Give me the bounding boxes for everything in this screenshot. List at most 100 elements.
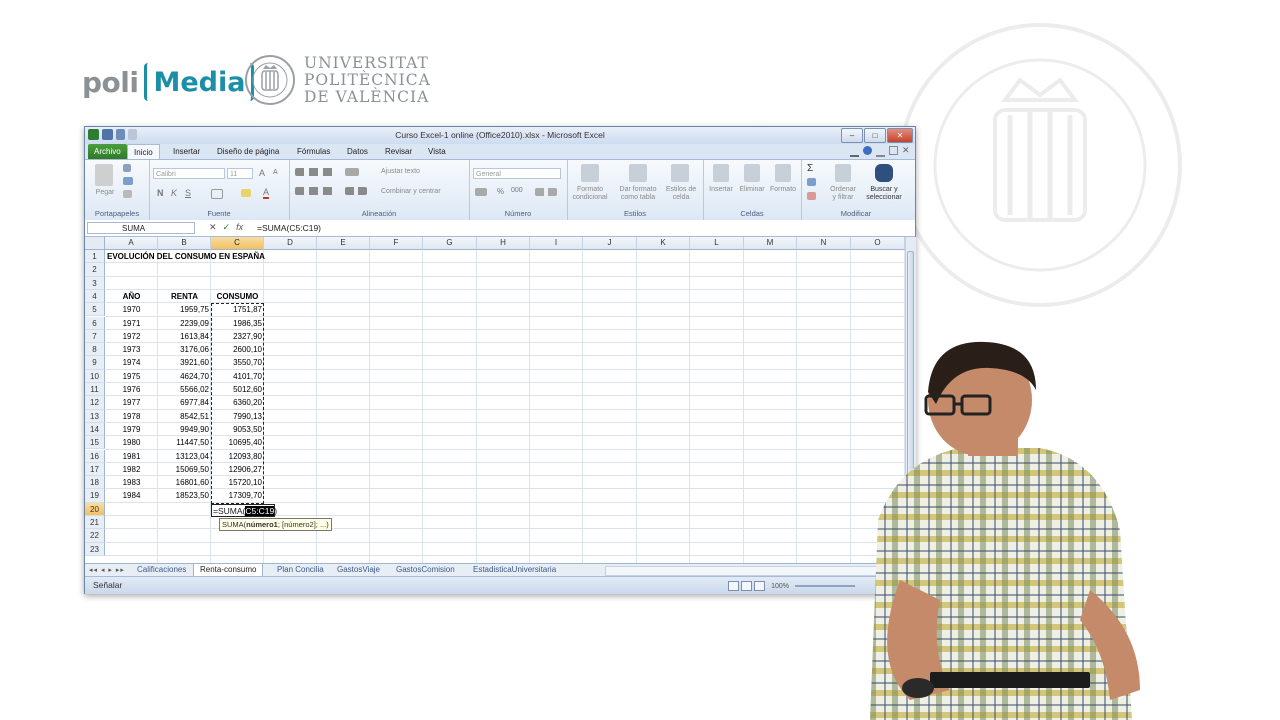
format-table-icon[interactable] bbox=[629, 164, 647, 182]
minimize-button[interactable]: – bbox=[841, 128, 863, 143]
cell-renta[interactable]: 5566,02 bbox=[158, 383, 209, 396]
cell-year[interactable]: 1982 bbox=[105, 463, 158, 476]
column-header-a[interactable]: A bbox=[105, 237, 158, 250]
page-layout-view-icon[interactable] bbox=[741, 581, 753, 591]
column-header-m[interactable]: M bbox=[744, 237, 797, 250]
find-select-button[interactable]: Buscar y seleccionar bbox=[861, 186, 907, 202]
close-button[interactable]: ✕ bbox=[887, 128, 913, 143]
column-header-g[interactable]: G bbox=[423, 237, 477, 250]
sheet-tab-estadistica[interactable]: EstadisticaUniversitaria bbox=[467, 564, 562, 576]
binoculars-icon[interactable] bbox=[875, 164, 893, 182]
row-header-13[interactable]: 13 bbox=[85, 409, 105, 423]
cell-renta[interactable]: 1613,84 bbox=[158, 330, 209, 343]
cell-renta[interactable]: 15069,50 bbox=[158, 463, 209, 476]
cancel-icon[interactable]: ✕ bbox=[209, 222, 217, 233]
close-workbook-icon[interactable]: ✕ bbox=[902, 146, 911, 155]
minimize-workbook-icon[interactable] bbox=[876, 146, 885, 157]
row-header-21[interactable]: 21 bbox=[85, 516, 105, 530]
conditional-format-button[interactable]: Formato condicional bbox=[567, 186, 613, 202]
format-table-button[interactable]: Dar formato como tabla bbox=[615, 186, 661, 202]
worksheet-grid[interactable]: ABCDEFGHIJKLMNO 1 2 3 4 5 6 7 8 9 10 11 12 13 14 15 16 1… bbox=[85, 237, 905, 563]
enter-icon[interactable]: ✓ bbox=[223, 222, 231, 233]
restore-workbook-icon[interactable] bbox=[889, 146, 898, 155]
tab-archivo[interactable]: Archivo bbox=[88, 144, 127, 159]
cell-year[interactable]: 1979 bbox=[105, 423, 158, 436]
decimal-icons[interactable] bbox=[535, 188, 557, 196]
sheet-nav-arrows[interactable]: ◂◂ ◂ ▸ ▸▸ bbox=[89, 566, 125, 574]
format-cells-button[interactable]: Formato bbox=[767, 186, 799, 194]
delete-cells-button[interactable]: Eliminar bbox=[736, 186, 768, 194]
cell-year[interactable]: 1978 bbox=[105, 410, 158, 423]
row-header-14[interactable]: 14 bbox=[85, 422, 105, 437]
row-header-5[interactable]: 5 bbox=[85, 303, 105, 317]
row-header-2[interactable]: 2 bbox=[85, 263, 105, 277]
cell-year[interactable]: 1981 bbox=[105, 450, 158, 463]
grow-font-icon[interactable]: A bbox=[259, 168, 265, 178]
tab-diseno-pagina[interactable]: Diseño de página bbox=[211, 144, 285, 159]
column-header-d[interactable]: D bbox=[264, 237, 317, 250]
merge-center-button[interactable]: Combinar y centrar bbox=[381, 188, 471, 196]
orientation-icon[interactable] bbox=[345, 168, 359, 176]
row-header-8[interactable]: 8 bbox=[85, 343, 105, 357]
delete-cells-icon[interactable] bbox=[744, 164, 760, 182]
font-size-select[interactable]: 11 bbox=[227, 168, 253, 179]
tab-formulas[interactable]: Fórmulas bbox=[291, 144, 336, 159]
copy-icon[interactable] bbox=[123, 177, 133, 185]
bold-button[interactable]: N bbox=[157, 188, 164, 198]
header-ano[interactable]: AÑO bbox=[105, 290, 158, 303]
format-cells-icon[interactable] bbox=[775, 164, 791, 182]
cell-year[interactable]: 1976 bbox=[105, 383, 158, 396]
cell-year[interactable]: 1977 bbox=[105, 396, 158, 409]
insert-cells-icon[interactable] bbox=[713, 164, 729, 182]
column-header-n[interactable]: N bbox=[797, 237, 851, 250]
paste-icon[interactable] bbox=[95, 164, 113, 186]
row-header-4[interactable]: 4 bbox=[85, 289, 105, 304]
cell-year[interactable]: 1973 bbox=[105, 343, 158, 356]
insert-cells-button[interactable]: Insertar bbox=[705, 186, 737, 194]
number-format-select[interactable]: General bbox=[473, 168, 561, 179]
row-header-11[interactable]: 11 bbox=[85, 383, 105, 397]
cell-year[interactable]: 1970 bbox=[105, 303, 158, 316]
sheet-tab-plan-concilia[interactable]: Plan Concilia bbox=[271, 564, 330, 576]
row-header-12[interactable]: 12 bbox=[85, 396, 105, 410]
cell-styles-icon[interactable] bbox=[671, 164, 689, 182]
clear-icon[interactable] bbox=[807, 192, 816, 200]
column-header-b[interactable]: B bbox=[158, 237, 211, 250]
indent-icons[interactable] bbox=[345, 187, 367, 195]
format-painter-icon[interactable] bbox=[123, 190, 132, 198]
row-header-3[interactable]: 3 bbox=[85, 276, 105, 290]
cell-year[interactable]: 1980 bbox=[105, 436, 158, 449]
shrink-font-icon[interactable]: A bbox=[273, 169, 278, 176]
row-header-23[interactable]: 23 bbox=[85, 542, 105, 556]
wrap-text-button[interactable]: Ajustar texto bbox=[381, 168, 461, 176]
minimize-ribbon-icon[interactable] bbox=[850, 146, 859, 157]
cell-year[interactable]: 1984 bbox=[105, 489, 158, 502]
column-header-h[interactable]: H bbox=[477, 237, 530, 250]
tab-inicio[interactable]: Inicio bbox=[127, 144, 160, 160]
sheet-tab-gastos-comision[interactable]: GastosComision bbox=[390, 564, 461, 576]
row-header-9[interactable]: 9 bbox=[85, 356, 105, 370]
sort-filter-icon[interactable] bbox=[835, 164, 851, 182]
normal-view-icon[interactable] bbox=[728, 581, 740, 591]
name-box[interactable]: SUMA bbox=[87, 222, 195, 234]
percent-button[interactable]: % bbox=[497, 187, 504, 196]
formula-input[interactable]: =SUMA(C5:C19) bbox=[255, 222, 907, 234]
sort-filter-button[interactable]: Ordenar y filtrar bbox=[825, 186, 861, 202]
select-all-corner[interactable] bbox=[85, 237, 105, 250]
cell-renta[interactable]: 11447,50 bbox=[158, 436, 209, 449]
column-header-c[interactable]: C bbox=[211, 237, 264, 250]
row-header-10[interactable]: 10 bbox=[85, 369, 105, 383]
header-consumo[interactable]: CONSUMO bbox=[211, 290, 264, 303]
currency-icon[interactable] bbox=[475, 188, 487, 196]
cell-styles-button[interactable]: Estilos de celda bbox=[661, 186, 701, 202]
cell-renta[interactable]: 8542,51 bbox=[158, 410, 209, 423]
fill-color-icon[interactable] bbox=[241, 189, 251, 197]
autosum-icon[interactable]: Σ bbox=[807, 163, 813, 174]
row-header-22[interactable]: 22 bbox=[85, 529, 105, 543]
cut-icon[interactable] bbox=[123, 164, 131, 172]
column-header-f[interactable]: F bbox=[370, 237, 423, 250]
row-header-16[interactable]: 16 bbox=[85, 449, 105, 463]
cell-renta[interactable]: 9949,90 bbox=[158, 423, 209, 436]
sheet-tab-gastos-viaje[interactable]: GastosViaje bbox=[331, 564, 386, 576]
row-header-19[interactable]: 19 bbox=[85, 489, 105, 503]
